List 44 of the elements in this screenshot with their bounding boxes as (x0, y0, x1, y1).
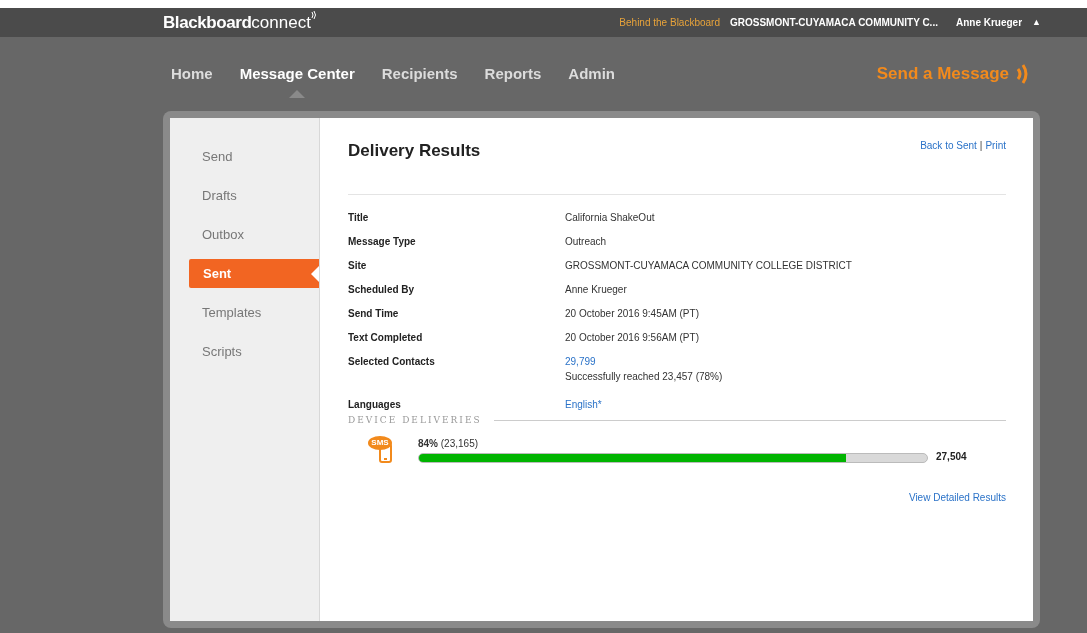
detail-label: Send Time (348, 306, 400, 321)
detail-value: 20 October 2016 9:45AM (PT) (565, 306, 699, 321)
print-link[interactable]: Print (985, 138, 1006, 153)
detail-label: Title (348, 210, 370, 225)
nav-tab[interactable]: Recipients (381, 62, 458, 86)
logo: Blackboardconnect (163, 9, 317, 36)
sidebar-item[interactable]: Send (189, 142, 319, 171)
link-separator: | (979, 139, 983, 153)
detail-label: Selected Contacts (348, 354, 436, 369)
sidebar-item[interactable]: Drafts (189, 181, 319, 210)
detail-value: 20 October 2016 9:56AM (PT) (565, 330, 699, 345)
nav-tab[interactable]: Home (171, 62, 213, 86)
detail-label: Languages (348, 397, 402, 412)
delivery-total: 27,504 (936, 450, 967, 464)
detail-value: GROSSMONT-CUYAMACA COMMUNITY COLLEGE DISTRICT (565, 258, 852, 273)
nav-tab[interactable]: Message Center (239, 62, 355, 86)
send-message-button[interactable]: Send a Message (876, 61, 1029, 87)
back-link[interactable]: Back to Sent (920, 138, 977, 153)
signal-icon (1015, 63, 1029, 85)
detail-link[interactable]: English* (565, 396, 602, 412)
user-menu[interactable]: Anne Krueger ▲ (955, 15, 1041, 30)
sidebar-item[interactable]: Outbox (189, 220, 319, 249)
tagline-link[interactable]: Behind the Blackboard (619, 15, 720, 30)
nav-tab[interactable]: Admin (568, 62, 615, 86)
sidebar-item[interactable]: Scripts (189, 337, 319, 366)
detail-label: Text Completed (348, 330, 424, 345)
section-title: DEVICE DELIVERIES (348, 413, 482, 427)
detail-link[interactable]: 29,799 (565, 353, 723, 369)
view-results-link[interactable]: View Detailed Results (908, 490, 1006, 505)
page-title: Delivery Results (348, 140, 481, 162)
detail-label: Site (348, 258, 368, 273)
sidebar-item[interactable]: Sent (189, 259, 319, 288)
detail-value: California ShakeOut (565, 210, 655, 225)
institution-name: GROSSMONT-CUYAMACA COMMUNITY C... (730, 16, 938, 30)
detail-label: Scheduled By (348, 282, 416, 297)
detail-value: Anne Krueger (565, 282, 627, 297)
active-tab-pointer (289, 89, 306, 98)
detail-label: Message Type (348, 234, 417, 249)
signal-icon (310, 9, 317, 20)
sidebar-item[interactable]: Templates (189, 298, 319, 327)
detail-value: Outreach (565, 234, 607, 249)
detail-note: Successfully reached 23,457 (78%) (565, 369, 723, 384)
delivery-reading: 84% (23,165) (418, 437, 480, 451)
nav-tab[interactable]: Reports (484, 62, 542, 86)
